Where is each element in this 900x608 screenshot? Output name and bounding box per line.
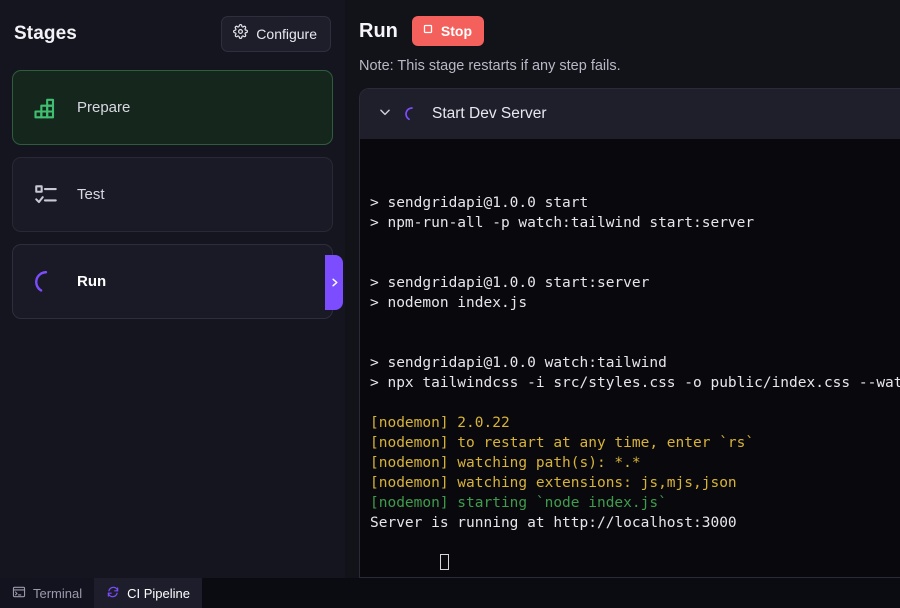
terminal-line: > sendgridapi@1.0.0 start:server: [370, 275, 650, 291]
stop-button-label: Stop: [440, 23, 472, 39]
terminal-line: > npm-run-all -p watch:tailwind start:se…: [370, 215, 755, 231]
stairs-bar-icon: [31, 93, 61, 123]
tab-label: CI Pipeline: [127, 585, 190, 601]
terminal-line: [nodemon] watching path(s): *.*: [370, 455, 641, 471]
page-title: Stages: [14, 23, 77, 44]
run-header: Run Stop: [345, 0, 900, 46]
spinner-icon: [31, 267, 61, 297]
ci-pipeline-view: Stages Configure Prepare Test Run Run St…: [0, 0, 900, 608]
step-header-start-dev-server[interactable]: Start Dev Server: [360, 89, 900, 139]
terminal-line: Server is running at http://localhost:30…: [370, 515, 737, 531]
checklist-icon: [31, 180, 61, 210]
block-cursor: [439, 554, 449, 570]
terminal-line: > nodemon index.js: [370, 295, 528, 311]
refresh-cycle-icon: [106, 585, 120, 602]
configure-button-label: Configure: [256, 26, 317, 42]
run-detail-panel: Run Stop Note: This stage restarts if an…: [345, 0, 900, 578]
stages-panel: Stages Configure Prepare Test Run: [0, 0, 345, 578]
stage-card-run[interactable]: Run: [12, 244, 343, 319]
spinner-icon: [404, 106, 420, 122]
stage-card-prepare[interactable]: Prepare: [12, 70, 333, 145]
terminal-line: > npx tailwindcss -i src/styles.css -o p…: [370, 375, 900, 391]
bottom-tab-bar: Terminal CI Pipeline: [0, 578, 900, 608]
run-stage-title: Run: [359, 19, 398, 42]
tabbar-empty-space: [202, 578, 900, 608]
stop-button[interactable]: Stop: [411, 16, 484, 46]
tab-label: Terminal: [33, 585, 83, 601]
run-note: Note: This stage restarts if any step fa…: [359, 58, 621, 74]
terminal-output[interactable]: > sendgridapi@1.0.0 start > npm-run-all -…: [360, 139, 900, 577]
stop-square-icon: [422, 22, 434, 40]
run-expand-tab[interactable]: [325, 255, 343, 310]
stage-label: Run: [77, 273, 107, 290]
stage-label: Test: [77, 186, 105, 203]
terminal-window-icon: [12, 585, 26, 602]
terminal-line: [nodemon] starting `node index.js`: [370, 495, 667, 511]
tab-ci-pipeline[interactable]: CI Pipeline: [94, 578, 202, 608]
gear-icon: [233, 24, 249, 44]
chevron-down-icon[interactable]: [378, 105, 392, 124]
terminal-line: [nodemon] watching extensions: js,mjs,js…: [370, 475, 737, 491]
terminal-line: [nodemon] to restart at any time, enter …: [370, 435, 755, 451]
configure-button[interactable]: Configure: [221, 16, 331, 52]
stage-list: Prepare Test Run: [0, 62, 345, 319]
terminal-line: > sendgridapi@1.0.0 watch:tailwind: [370, 355, 667, 371]
stage-card-test[interactable]: Test: [12, 157, 333, 232]
terminal-line: [nodemon] 2.0.22: [370, 415, 510, 431]
step-panel: Start Dev Server > sendgridapi@1.0.0 sta…: [359, 88, 900, 578]
tab-terminal[interactable]: Terminal: [0, 578, 95, 608]
step-title: Start Dev Server: [432, 105, 547, 122]
stages-header: Stages Configure: [0, 0, 345, 62]
chevron-right-icon: [329, 277, 340, 288]
terminal-line: > sendgridapi@1.0.0 start: [370, 195, 589, 211]
terminal-line-list: > sendgridapi@1.0.0 start > npm-run-all -…: [370, 193, 900, 533]
stage-label: Prepare: [77, 99, 131, 116]
